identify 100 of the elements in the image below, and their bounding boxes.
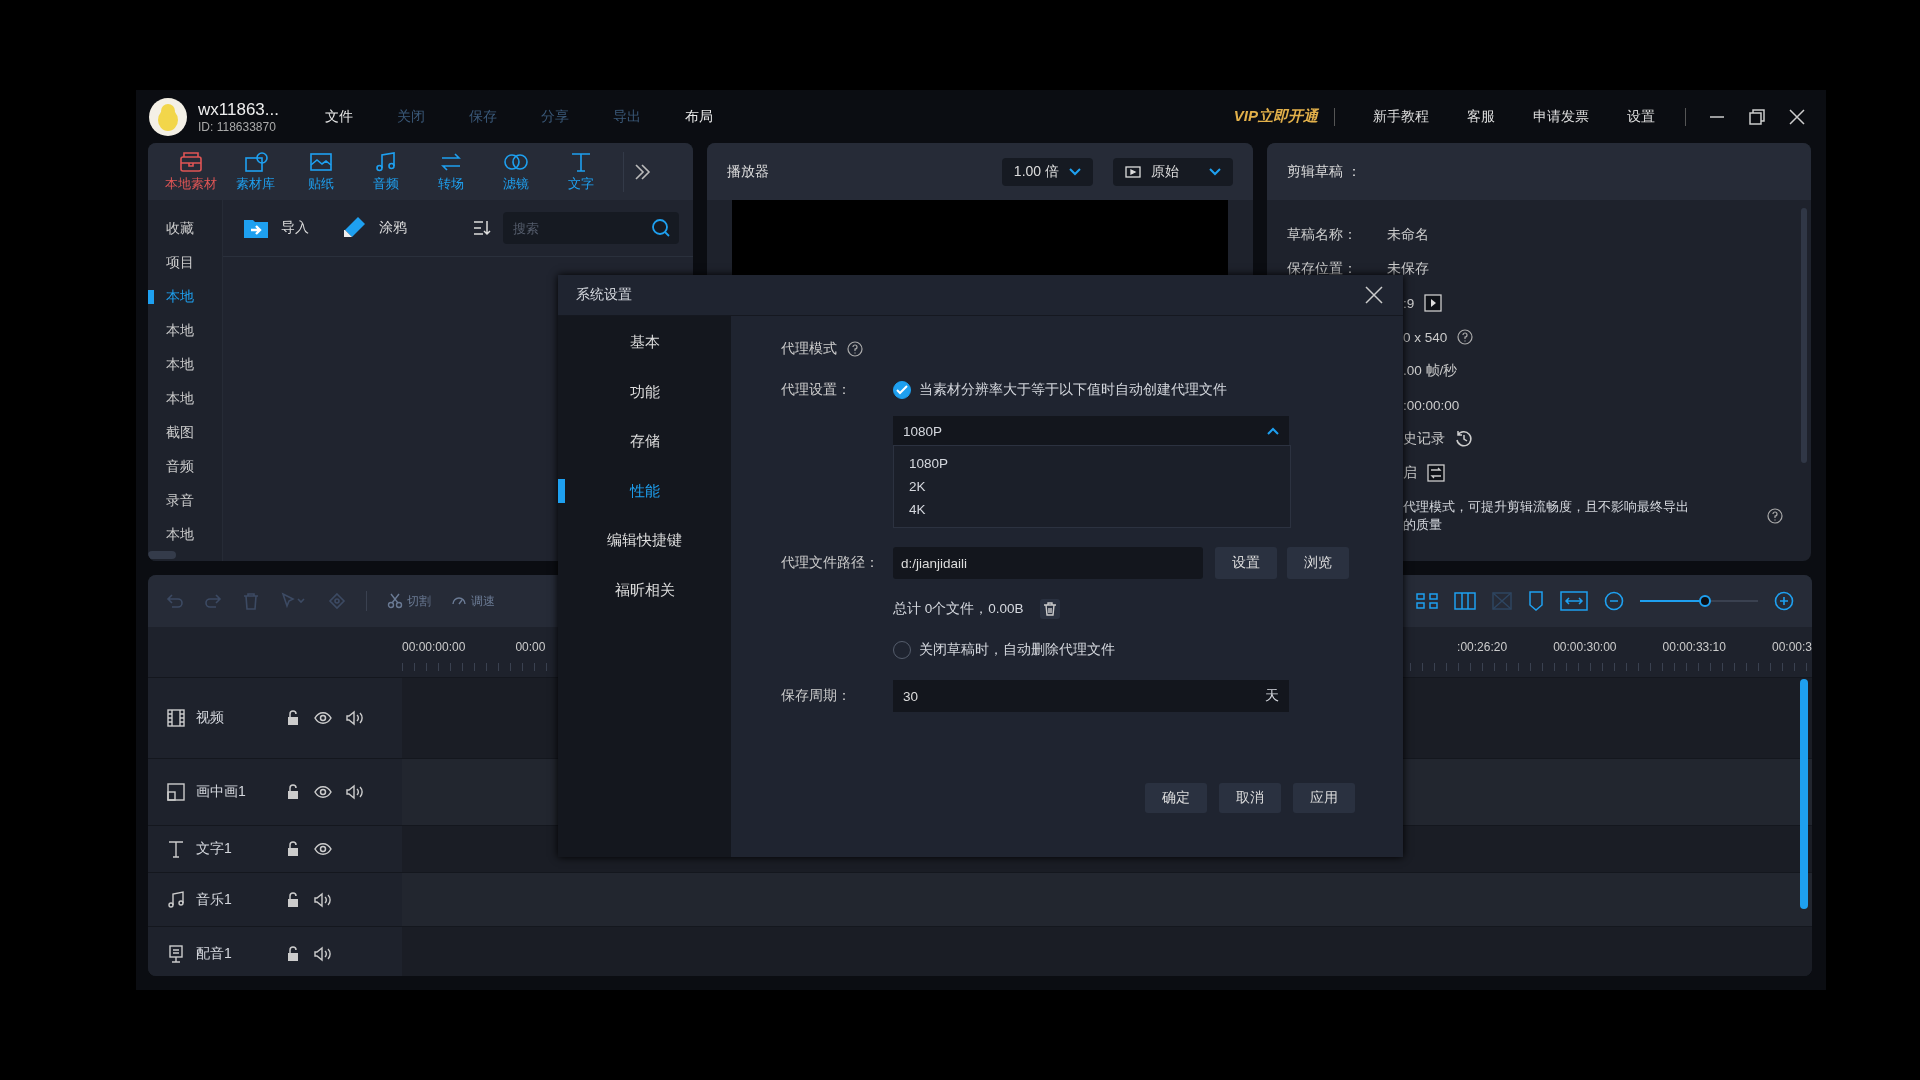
menu-item[interactable]: 布局 (684, 107, 713, 126)
sidebar-item[interactable]: 本地 (148, 390, 222, 408)
dialog-button[interactable]: 取消 (1219, 783, 1281, 813)
photo-stack-icon (242, 150, 269, 173)
media-tab[interactable]: 贴纸 (288, 150, 353, 193)
resolution-dropdown[interactable]: 1080P (893, 416, 1289, 446)
field-label: 代理文件路径： (781, 554, 880, 572)
close-icon[interactable] (1365, 286, 1383, 304)
fit-icon[interactable] (1560, 591, 1588, 611)
close-icon[interactable] (1788, 107, 1806, 126)
nav-item[interactable]: 存储 (558, 417, 731, 467)
split-icon[interactable] (1416, 592, 1438, 610)
scrollbar[interactable] (1801, 208, 1807, 463)
restore-icon[interactable] (1748, 107, 1766, 126)
marker-icon[interactable] (1528, 591, 1544, 611)
history-icon[interactable] (1455, 430, 1473, 448)
nav-item[interactable]: 福昕相关 (558, 565, 731, 615)
path-button[interactable]: 浏览 (1287, 547, 1349, 579)
folder-icon (243, 217, 269, 239)
screen-icon (1125, 165, 1141, 178)
dropdown-option[interactable]: 4K (894, 498, 1290, 521)
media-tab[interactable]: 本地素材 (158, 150, 223, 193)
eye-icon[interactable] (314, 842, 332, 856)
import-button[interactable]: 导入 (243, 217, 309, 239)
user-name: wx11863... (198, 99, 279, 120)
lock-icon[interactable] (286, 841, 300, 857)
help-icon[interactable] (1457, 329, 1474, 345)
sidebar-item[interactable]: 项目 (148, 254, 222, 272)
sidebar-item[interactable]: 本地 (148, 322, 222, 340)
sidebar-item[interactable]: 截图 (148, 424, 222, 442)
zoom-slider[interactable] (1640, 595, 1758, 607)
nav-item[interactable]: 编辑快捷键 (558, 516, 731, 566)
time-label: :00:26:20 (1457, 640, 1508, 654)
columns-icon[interactable] (1454, 592, 1476, 610)
eye-icon[interactable] (314, 785, 332, 799)
speaker-icon[interactable] (314, 891, 332, 908)
sidebar-item[interactable]: 本地 (148, 526, 222, 544)
avatar[interactable] (148, 96, 188, 137)
ratio-dropdown[interactable]: 原始 (1113, 157, 1233, 186)
top-link[interactable]: 客服 (1467, 107, 1495, 126)
sort-icon[interactable] (473, 220, 491, 236)
doodle-button[interactable]: 涂鸦 (341, 215, 407, 241)
lock-icon[interactable] (286, 891, 300, 908)
sidebar-item[interactable]: 录音 (148, 492, 222, 510)
zoom-in-icon[interactable] (1774, 591, 1794, 611)
chevron-icon (1267, 427, 1279, 435)
field-value: 启 (1403, 464, 1417, 482)
time-label: 00:00:3 (1771, 640, 1812, 654)
scrollbar[interactable] (1800, 679, 1808, 909)
search-field[interactable]: 搜索 (503, 212, 679, 244)
trash-icon[interactable] (1039, 599, 1060, 619)
top-link[interactable]: 设置 (1627, 107, 1655, 126)
search-icon[interactable] (651, 218, 671, 238)
sidebar-item[interactable]: 本地 (148, 356, 222, 374)
dialog-button[interactable]: 应用 (1293, 783, 1355, 813)
speaker-icon[interactable] (346, 784, 364, 800)
media-tab[interactable]: 转场 (418, 150, 483, 193)
help-icon[interactable] (847, 341, 863, 357)
music-icon (166, 889, 186, 910)
toggle-icon[interactable] (1427, 464, 1445, 482)
speed-dropdown[interactable]: 1.00 倍 (1001, 157, 1093, 186)
dropdown-option[interactable]: 2K (894, 475, 1290, 498)
lock-icon[interactable] (286, 784, 300, 800)
field-label: 保存位置： (1287, 260, 1358, 278)
text-icon (166, 839, 186, 859)
media-tab[interactable]: 音频 (353, 150, 418, 193)
dialog-button[interactable]: 确定 (1145, 783, 1207, 813)
field-value: 0 x 540 (1403, 329, 1448, 345)
check-icon (896, 385, 908, 395)
sidebar-item[interactable]: 音频 (148, 458, 222, 476)
track-name: 视频 (196, 709, 225, 727)
nav-item[interactable]: 功能 (558, 367, 731, 417)
media-tab[interactable]: 滤镜 (483, 150, 548, 193)
dialog-title: 系统设置 (576, 286, 632, 304)
speaker-icon[interactable] (346, 710, 364, 726)
dropdown-option[interactable]: 1080P (894, 452, 1290, 475)
top-link[interactable]: 新手教程 (1373, 107, 1429, 126)
field-label: 草稿名称： (1287, 226, 1358, 244)
zoom-out-icon[interactable] (1604, 591, 1624, 611)
vip-link[interactable]: VIP立即开通 (1233, 107, 1318, 126)
eye-icon[interactable] (314, 711, 332, 725)
play-icon[interactable] (1424, 294, 1443, 312)
field-value: 史记录 (1403, 430, 1445, 448)
path-field[interactable]: d:/jianjidaili (893, 547, 1203, 579)
time-label: 00:00:00:00 (402, 640, 466, 654)
unit-text: 天 (1265, 687, 1279, 705)
menu-item[interactable]: 文件 (324, 107, 353, 126)
nav-item[interactable]: 基本 (558, 318, 731, 368)
scrollbar[interactable] (148, 551, 176, 559)
speaker-icon[interactable] (314, 945, 332, 962)
more-icon[interactable] (632, 161, 652, 182)
checkbox[interactable] (893, 381, 911, 399)
path-button[interactable]: 设置 (1215, 547, 1277, 579)
lock-icon[interactable] (286, 710, 300, 726)
sidebar-item[interactable]: 收藏 (148, 220, 222, 238)
lock-icon[interactable] (286, 945, 300, 962)
help-icon[interactable] (1767, 508, 1783, 524)
top-link[interactable]: 申请发票 (1533, 107, 1589, 126)
media-tab[interactable]: 素材库 (223, 150, 288, 193)
media-tab[interactable]: 文字 (548, 150, 613, 193)
